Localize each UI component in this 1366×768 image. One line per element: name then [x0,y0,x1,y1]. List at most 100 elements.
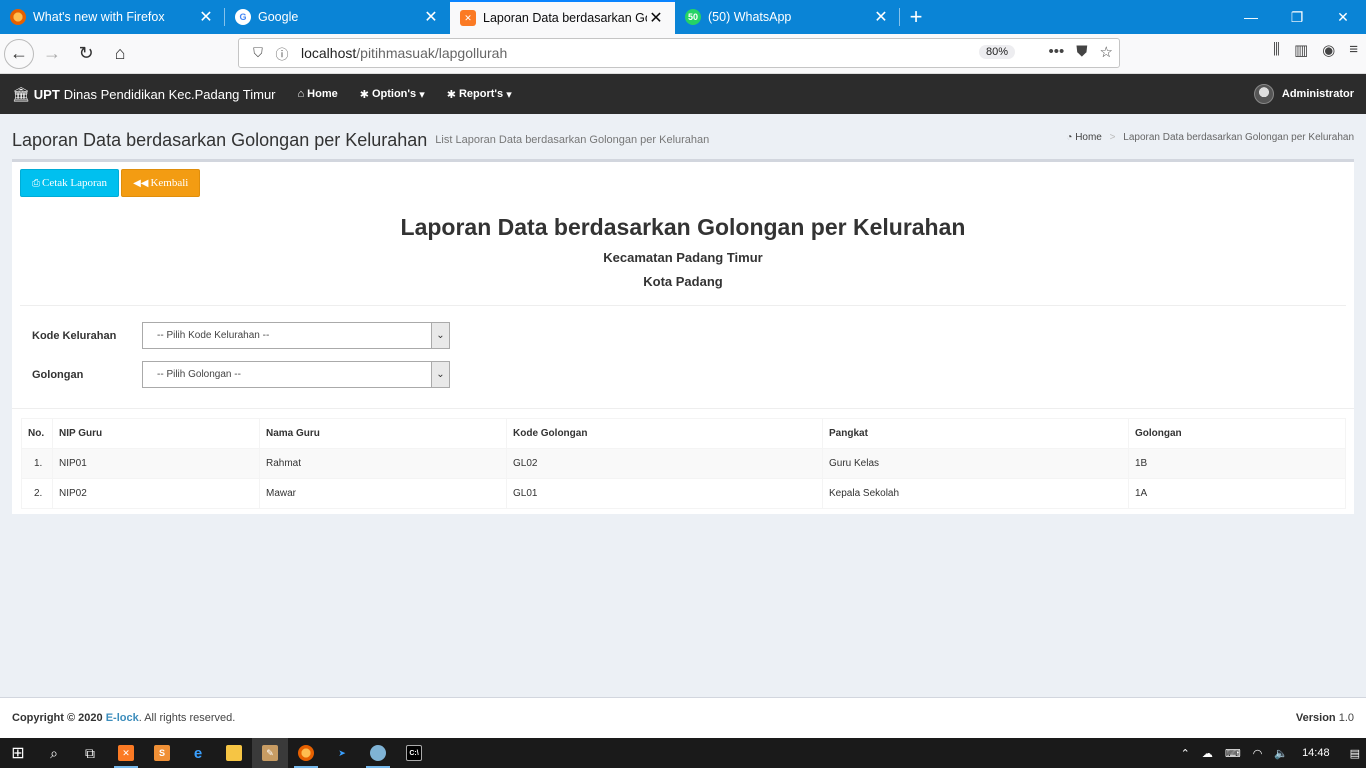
search-icon[interactable]: ⌕ [36,738,72,768]
menu-options-label: Option's [371,88,417,100]
edge-taskbar-icon[interactable]: e [180,738,216,768]
app-header: 🏛 UPT Dinas Pendidikan Kec.Padang Timur … [0,74,1366,114]
report-table: No. NIP Guru Nama Guru Kode Golongan Pan… [21,418,1346,509]
terminal-taskbar-icon[interactable]: C:\ [396,738,432,768]
report-heading: Laporan Data berdasarkan Golongan per Ke… [400,214,966,240]
golongan-label: Golongan [32,368,84,381]
sidebar-icon[interactable]: ▥ [1294,41,1308,59]
reload-button[interactable]: ↻ [70,38,102,70]
volume-icon[interactable]: 🔈 [1274,747,1288,760]
back-button[interactable]: ← [4,38,34,69]
page-actions-icon[interactable]: ••• [1049,43,1065,61]
table-cell: Kepala Sekolah [822,478,1129,509]
user-menu[interactable]: Administrator [1253,84,1354,104]
window-controls: — ❐ ✕ [1228,0,1366,34]
wifi-icon[interactable]: ◠ [1253,747,1263,760]
table-cell: GL01 [506,478,823,509]
close-window-button[interactable]: ✕ [1320,0,1366,34]
pocket-icon[interactable]: ⛊ [1076,43,1087,61]
golongan-row: Golongan -- Pilih Golongan -- ⌄ [32,361,450,388]
network-error-icon[interactable]: ☁ [1202,747,1213,760]
xampp-taskbar-icon[interactable]: ✕ [108,738,144,768]
caret-down-icon: ▾ [419,88,425,101]
restore-button[interactable]: ❐ [1274,0,1320,34]
tab-laporan[interactable]: ✕ Laporan Data berdasarkan Golc ✕ [450,0,675,34]
account-icon[interactable]: ◉ [1322,41,1335,59]
report-subheading-kota: Kota Padang [643,274,723,289]
brand[interactable]: 🏛 UPT Dinas Pendidikan Kec.Padang Timur [12,86,276,103]
bookmark-star-icon[interactable]: ☆ [1100,43,1113,61]
url-actions: ••• ⛊ ☆ [1049,43,1113,61]
menu-reports-label: Report's [458,88,504,100]
page-subtitle: List Laporan Data berdasarkan Golongan p… [435,134,710,146]
clock[interactable]: 14:48 [1302,747,1330,759]
footer-brand-link[interactable]: E-lock [106,712,139,724]
table-cell: Rahmat [259,448,507,479]
app-taskbar-icon[interactable]: ✎ [252,738,288,768]
url-host: localhost [301,45,357,61]
divider [20,305,1346,306]
home-button[interactable]: ⌂ [104,38,136,70]
content-header: Laporan Data berdasarkan Golongan per Ke… [12,126,1354,154]
forward-button[interactable]: → [36,38,68,70]
input-method-icon[interactable]: ⌨ [1225,747,1241,760]
print-report-button[interactable]: ⎙ Cetak Laporan [20,169,120,197]
breadcrumb-home[interactable]: Home [1075,132,1102,143]
version-label: Version [1295,712,1336,724]
url-path: /pitihmasuak/lapgollurah [356,45,508,61]
toolbar-right: ⫼ ▥ ◉ ≡ [1273,41,1358,59]
minimize-button[interactable]: — [1228,0,1274,34]
page-footer: Copyright © 2020 E-lock. All rights rese… [0,697,1366,738]
paint-taskbar-icon[interactable] [360,738,396,768]
menu-home[interactable]: ⌂ Home [298,88,338,101]
user-name: Administrator [1281,88,1354,100]
dashboard-icon: ◔ [1066,132,1073,143]
chevron-up-icon[interactable]: ⌃ [1181,747,1190,760]
brand-name: Dinas Pendidikan Kec.Padang Timur [63,86,276,102]
menu-options[interactable]: ✱ Option's ▾ [360,88,425,101]
close-tab-icon[interactable]: ✕ [872,7,890,27]
kelurahan-select-value: -- Pilih Kode Kelurahan -- [157,330,270,341]
url-bar[interactable]: ⛉ ⓘ localhost/pitihmasuak/lapgollurah 80… [238,38,1120,68]
chevron-down-icon[interactable]: ⌄ [431,362,449,387]
copyright-text: Copyright © 2020 [12,712,103,724]
windows-start-icon[interactable]: ⊞ [0,738,36,768]
tab-google[interactable]: G Google ✕ [225,0,450,34]
sublime-taskbar-icon[interactable]: S [144,738,180,768]
zoom-level[interactable]: 80% [979,45,1016,59]
library-icon[interactable]: ⫼ [1273,41,1280,59]
kelurahan-select[interactable]: -- Pilih Kode Kelurahan -- ⌄ [142,322,450,349]
table-header-row: No. NIP Guru Nama Guru Kode Golongan Pan… [21,418,1346,449]
new-tab-button[interactable]: + [900,0,932,34]
table-row: 1. NIP01 Rahmat GL02 Guru Kelas 1B [21,448,1346,479]
back-report-button[interactable]: ◀◀ Kembali [121,169,201,197]
column-header: NIP Guru [52,418,260,449]
info-icon[interactable]: ⓘ [271,44,293,63]
shield-icon[interactable]: ⛉ [247,45,269,61]
report-box: ⎙ Cetak Laporan ◀◀ Kembali Laporan Data be… [12,159,1354,514]
firefox-taskbar-icon[interactable] [288,738,324,768]
firefox-icon [10,9,26,25]
url-text[interactable]: localhost/pitihmasuak/lapgollurah [301,45,507,61]
vscode-taskbar-icon[interactable]: ➤ [324,738,360,768]
whatsapp-icon: 50 [685,9,701,25]
institution-icon: 🏛 [12,85,30,102]
tab-whatsapp[interactable]: 50 (50) WhatsApp ✕ [675,0,900,34]
menu-reports[interactable]: ✱ Report's ▾ [447,88,512,101]
golongan-select[interactable]: -- Pilih Golongan -- ⌄ [142,361,450,388]
table-cell: Mawar [259,478,507,509]
close-tab-icon[interactable]: ✕ [197,7,215,27]
task-view-icon[interactable]: ⧉ [72,738,108,768]
notification-icon[interactable]: ▤ [1350,747,1360,760]
windows-taskbar: ⊞ ⌕ ⧉ ✕ S e ✎ ➤ C:\ ⌃ ☁ ⌨ ◠ 🔈 14:48 ▤ [0,738,1366,768]
system-tray: ⌃ ☁ ⌨ ◠ 🔈 14:48 ▤ [1175,738,1366,768]
table-cell: 1A [1128,478,1346,509]
chevron-down-icon[interactable]: ⌄ [431,323,449,348]
caret-down-icon: ▾ [506,88,512,101]
back-report-label: Kembali [150,177,189,189]
close-tab-icon[interactable]: ✕ [647,8,665,28]
tab-whats-new-firefox[interactable]: What's new with Firefox ✕ [0,0,225,34]
menu-icon[interactable]: ≡ [1349,41,1358,59]
close-tab-icon[interactable]: ✕ [422,7,440,27]
file-explorer-icon[interactable] [216,738,252,768]
